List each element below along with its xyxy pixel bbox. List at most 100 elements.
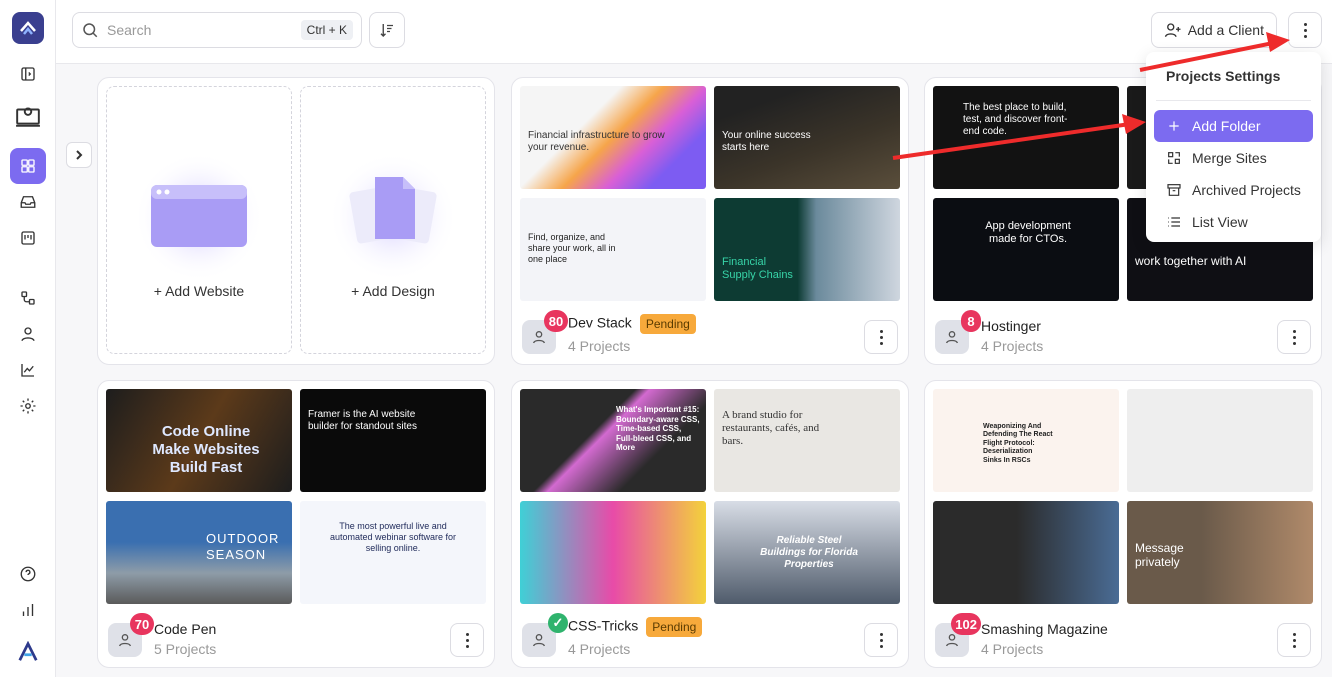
site-thumbnail[interactable]: [933, 501, 1119, 604]
site-thumbnail[interactable]: Message privately: [1127, 501, 1313, 604]
menu-title: Projects Settings: [1166, 68, 1281, 84]
card-more-button[interactable]: [864, 320, 898, 354]
project-card-dev-stack[interactable]: Financial infrastructure to grow your re…: [511, 77, 909, 365]
avatar: 70: [108, 613, 154, 657]
add-design-tile[interactable]: + Add Design: [300, 86, 486, 354]
site-thumbnail[interactable]: What's Important #15: Boundary-aware CSS…: [520, 389, 706, 492]
thumb-caption: work together with AI: [1135, 254, 1247, 268]
site-thumbnail[interactable]: Financial Supply Chains: [714, 198, 900, 301]
check-badge: ✓: [548, 613, 568, 633]
project-name: Dev Stack Pending: [568, 314, 696, 334]
site-thumbnail[interactable]: The best place to build, test, and disco…: [933, 86, 1119, 189]
site-thumbnail[interactable]: A brand studio for restaurants, cafés, a…: [714, 389, 900, 492]
site-thumbnail[interactable]: OUTDOOR SEASON: [106, 501, 292, 604]
site-thumbnail[interactable]: [1127, 389, 1313, 492]
sidebar-item-projects[interactable]: [10, 148, 46, 184]
workflow-icon[interactable]: [10, 280, 46, 316]
search-input[interactable]: Search Ctrl + K: [72, 12, 362, 48]
more-options-button[interactable]: [1288, 12, 1322, 48]
avatar: 80: [522, 310, 568, 354]
thumb-caption: What's Important #15: Boundary-aware CSS…: [616, 405, 700, 453]
avatar: 8: [935, 310, 981, 354]
site-thumbnail[interactable]: Weaponizing And Defending The React Flig…: [933, 389, 1119, 492]
project-name: CSS-Tricks Pending: [568, 617, 703, 637]
more-vertical-icon: [1292, 632, 1296, 648]
project-card-smashing-magazine[interactable]: Weaponizing And Defending The React Flig…: [924, 380, 1322, 668]
merge-icon: [1168, 152, 1180, 164]
site-thumbnail[interactable]: Find, organize, and share your work, all…: [520, 198, 706, 301]
add-user-icon: [1164, 23, 1181, 38]
more-vertical-icon: [1303, 22, 1307, 38]
menu-item-merge-sites[interactable]: Merge Sites: [1154, 142, 1313, 174]
site-thumbnail[interactable]: Reliable Steel Buildings for Florida Pro…: [714, 501, 900, 604]
chevron-right-icon: [76, 150, 83, 160]
sort-button[interactable]: [369, 12, 405, 48]
more-vertical-icon: [465, 632, 469, 648]
thumb-caption: Your online success starts here: [722, 130, 811, 153]
site-thumbnail[interactable]: Code Online Make Websites Build Fast: [106, 389, 292, 492]
top-bar: Search Ctrl + K Add a Client: [56, 0, 1332, 64]
logo-icon: [20, 21, 36, 35]
site-thumbnail[interactable]: Framer is the AI website builder for sta…: [300, 389, 486, 492]
thumb-caption: Financial infrastructure to grow your re…: [528, 130, 665, 153]
thumb-caption: Framer is the AI website builder for sta…: [308, 409, 417, 432]
site-thumbnail[interactable]: Financial infrastructure to grow your re…: [520, 86, 706, 189]
add-design-label: + Add Design: [351, 283, 435, 299]
site-thumbnail[interactable]: App development made for CTOs.: [933, 198, 1119, 301]
notification-count-badge: 80: [544, 310, 568, 332]
menu-item-list-view[interactable]: List View: [1154, 206, 1313, 238]
sidebar: [0, 0, 56, 677]
menu-item-label: Archived Projects: [1192, 182, 1301, 198]
card-more-button[interactable]: [1277, 320, 1311, 354]
menu-item-add-folder[interactable]: Add Folder: [1154, 110, 1313, 142]
help-icon[interactable]: [10, 556, 46, 592]
app-logo[interactable]: [12, 12, 44, 44]
settings-monitor-icon[interactable]: [10, 98, 46, 134]
add-website-tile[interactable]: + Add Website: [106, 86, 292, 354]
user-icon[interactable]: [10, 316, 46, 352]
status-badge: Pending: [639, 314, 696, 334]
project-count: 4 Projects: [981, 641, 1044, 657]
card-more-button[interactable]: [864, 623, 898, 657]
menu-divider: [1156, 100, 1311, 101]
project-count: 4 Projects: [981, 338, 1044, 354]
add-project-card: + Add Website + Add Design: [97, 77, 495, 365]
browser-window-icon: [134, 152, 264, 277]
add-client-button[interactable]: Add a Client: [1150, 12, 1277, 48]
search-shortcut: Ctrl + K: [300, 20, 353, 40]
user-icon: [946, 331, 958, 344]
inbox-icon[interactable]: [10, 184, 46, 220]
thumb-caption: App development made for CTOs.: [985, 220, 1071, 246]
search-placeholder: Search: [107, 22, 152, 38]
site-thumbnail[interactable]: The most powerful live and automated web…: [300, 501, 486, 604]
card-more-button[interactable]: [450, 623, 484, 657]
project-name: Code Pen: [154, 621, 217, 637]
add-website-label: + Add Website: [153, 283, 245, 299]
list-icon: [1168, 217, 1180, 227]
more-vertical-icon: [1292, 329, 1296, 345]
stats-icon[interactable]: [10, 592, 46, 628]
gear-icon[interactable]: [10, 388, 46, 424]
more-vertical-icon: [879, 329, 883, 345]
archive-icon: [1167, 184, 1181, 196]
project-count: 4 Projects: [568, 641, 631, 657]
analytics-icon[interactable]: [10, 352, 46, 388]
card-more-button[interactable]: [1277, 623, 1311, 657]
menu-item-archived-projects[interactable]: Archived Projects: [1154, 174, 1313, 206]
sidebar-toggle-icon[interactable]: [10, 56, 46, 92]
more-vertical-icon: [879, 632, 883, 648]
board-icon[interactable]: [10, 220, 46, 256]
thumb-caption: A brand studio for restaurants, cafés, a…: [722, 409, 820, 448]
expand-panel-button[interactable]: [66, 142, 92, 168]
project-name-text: CSS-Tricks: [568, 617, 639, 634]
project-card-css-tricks[interactable]: What's Important #15: Boundary-aware CSS…: [511, 380, 909, 668]
site-thumbnail[interactable]: Your online success starts here: [714, 86, 900, 189]
site-thumbnail[interactable]: [520, 501, 706, 604]
project-name-text: Dev Stack: [568, 314, 632, 331]
brand-logo-icon: [10, 634, 46, 670]
notification-count-badge: 102: [951, 613, 981, 635]
project-card-code-pen[interactable]: Code Online Make Websites Build Fast Fra…: [97, 380, 495, 668]
plus-icon: [1169, 121, 1179, 131]
thumb-caption: Reliable Steel Buildings for Florida Pro…: [760, 535, 858, 570]
menu-item-label: Merge Sites: [1192, 150, 1267, 166]
